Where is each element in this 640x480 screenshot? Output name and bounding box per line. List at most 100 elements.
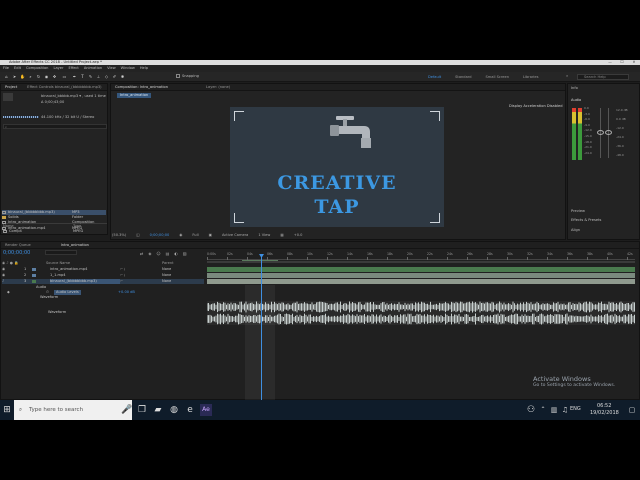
menu-edit[interactable]: Edit (14, 65, 21, 72)
table-row[interactable]: ◉ 1 intro_animation.mp4 ⌐ / None (2, 267, 204, 272)
file-explorer-icon[interactable]: ▰ (152, 404, 164, 416)
roto-brush-tool-icon[interactable]: ✐ (112, 74, 117, 79)
snapping-checkbox[interactable] (176, 74, 180, 78)
exposure-value[interactable]: +0.0 (294, 232, 303, 238)
menu-file[interactable]: File (3, 65, 9, 72)
shy-icon[interactable]: ☺ (156, 251, 160, 256)
column-parent[interactable]: Parent (162, 261, 174, 266)
workspace-default[interactable]: Default (428, 74, 441, 80)
menu-layer[interactable]: Layer (53, 65, 63, 72)
layer-name[interactable]: intro_animation.mp4 (50, 267, 120, 272)
camera-icon[interactable]: ◉ (179, 232, 182, 238)
frame-blend-icon[interactable]: ▤ (166, 251, 170, 256)
after-effects-icon[interactable]: Ae (200, 404, 212, 416)
selection-tool-icon[interactable]: ➤ (12, 74, 17, 79)
camera-tool-icon[interactable]: ◉ (44, 74, 49, 79)
tab-project[interactable]: Project (5, 84, 17, 90)
resolution-dropdown[interactable]: Full (192, 232, 198, 238)
notifications-icon[interactable]: ▢ (626, 404, 638, 416)
language-indicator[interactable]: ENG (570, 406, 581, 412)
project-search-input[interactable]: ⌕ (3, 124, 107, 129)
pan-behind-tool-icon[interactable]: ✥ (52, 74, 57, 79)
visibility-icon[interactable]: ◉ (2, 267, 5, 272)
edge-icon[interactable]: e (184, 404, 196, 416)
clock-date[interactable]: 19/02/2018 (590, 410, 619, 416)
preview-panel-tab[interactable]: Preview (571, 209, 585, 213)
menu-help[interactable]: Help (140, 65, 148, 72)
people-icon[interactable]: ⚇ (525, 404, 537, 416)
visibility-icon[interactable]: ◉ (2, 273, 5, 278)
pen-tool-icon[interactable]: ✒ (72, 74, 77, 79)
layer-bar-1-1[interactable] (207, 273, 635, 278)
brush-tool-icon[interactable]: ✎ (88, 74, 93, 79)
view-layout-dropdown[interactable]: 1 View (258, 232, 270, 238)
region-of-interest-icon[interactable]: ▣ (209, 232, 212, 238)
draft-3d-icon[interactable]: ◈ (148, 251, 151, 256)
time-ruler[interactable]: 0:00s 02s 04s 06s 08s 10s 12s 14s 16s 18s 20s 22s 24… (207, 252, 635, 260)
current-time-indicator[interactable] (261, 254, 262, 400)
table-row[interactable]: ◉ 2 1_1.mp4 ⌐ / None (2, 273, 204, 278)
home-icon[interactable]: ⌂ (4, 74, 9, 79)
zoom-tool-icon[interactable]: ⌕ (28, 74, 33, 79)
layer-switches-icon[interactable]: ⌐ (120, 279, 123, 284)
magnification-dropdown[interactable]: (50.3%) (112, 232, 126, 238)
layer-parent[interactable]: None (162, 267, 171, 272)
audio-slider-handle-left[interactable] (597, 130, 604, 135)
effects-presets-panel-tab[interactable]: Effects & Presets (571, 218, 601, 222)
task-view-icon[interactable]: ❐ (136, 404, 148, 416)
windows-start-icon[interactable]: ⊞ (1, 404, 13, 416)
rectangle-tool-icon[interactable]: ▭ (62, 74, 67, 79)
workspace-overflow-icon[interactable]: » (566, 74, 568, 79)
grid-icon[interactable]: ▦ (280, 232, 283, 238)
audio-toggle-icon[interactable]: ♪ (2, 279, 4, 284)
layer-name[interactable]: 1_1.mp4 (50, 273, 120, 278)
list-item[interactable]: Intro_animation Composition (2, 220, 106, 225)
table-row[interactable]: ♪ 3 binaural_(bbbbbbbb.mp3) ⌐ None (2, 279, 204, 284)
workspace-libraries[interactable]: Libraries (523, 74, 539, 80)
motion-blur-icon[interactable]: ◐ (174, 251, 178, 256)
composition-chip[interactable]: Intro_animation (117, 93, 152, 98)
composition-viewer[interactable]: CREATIVE TAP (230, 107, 444, 227)
workspace-small-screen[interactable]: Small Screen (486, 74, 509, 80)
clock-time[interactable]: 06:52 (597, 403, 611, 409)
type-tool-icon[interactable]: T (80, 74, 85, 79)
layer-bar-intro-animation[interactable] (207, 267, 635, 272)
chrome-icon[interactable]: ◍ (168, 404, 180, 416)
layer-label-color[interactable] (32, 280, 36, 283)
tab-effect-controls[interactable]: Effect Controls binaural_(bbbbbbbb.mp3) (27, 84, 101, 90)
workspace-standard[interactable]: Standard (455, 74, 471, 80)
tab-timeline-intro-animation[interactable]: Intro_animation (61, 242, 89, 248)
search-help-input[interactable]: Search Help (577, 74, 629, 80)
clone-stamp-tool-icon[interactable]: ⊥ (96, 74, 101, 79)
layer-parent[interactable]: None (162, 273, 171, 278)
audio-slider-handle-right[interactable] (605, 130, 612, 135)
layer-bar-binaural[interactable] (207, 279, 635, 284)
audio-panel-tab[interactable]: Audio (571, 98, 581, 102)
microphone-icon[interactable]: 🎤 (121, 404, 133, 416)
rotate-tool-icon[interactable]: ↻ (36, 74, 41, 79)
timeline-search-input[interactable] (45, 250, 77, 255)
active-camera-dropdown[interactable]: Active Camera (222, 232, 248, 238)
menu-effect[interactable]: Effect (68, 65, 78, 72)
snapshot-icon[interactable]: ◫ (136, 232, 139, 238)
layer-switches-icon[interactable]: ⌐ / (120, 267, 125, 272)
menu-animation[interactable]: Animation (84, 65, 102, 72)
comp-flowchart-icon[interactable]: ⇄ (140, 251, 143, 256)
info-panel-tab[interactable]: Info (571, 86, 578, 90)
puppet-tool-icon[interactable]: ✱ (120, 74, 125, 79)
graph-editor-icon[interactable]: ▨ (183, 251, 187, 256)
current-time-display[interactable]: 0;00;00;00 (150, 232, 170, 238)
column-source-name[interactable]: Source Name (46, 261, 70, 266)
eraser-tool-icon[interactable]: ◇ (104, 74, 109, 79)
taskbar-search-input[interactable]: ⌕ Type here to search (14, 400, 132, 420)
layer-parent[interactable]: None (162, 279, 171, 284)
layer-name[interactable]: binaural_(bbbbbbbb.mp3) (50, 279, 120, 284)
layer-label-color[interactable] (32, 268, 36, 271)
layer-switches-icon[interactable]: ⌐ / (120, 273, 125, 278)
hand-tool-icon[interactable]: ✋ (20, 74, 25, 79)
tab-layer[interactable]: Layer: (none) (206, 84, 230, 90)
waveform-row[interactable]: Waveform (2, 295, 204, 300)
layer-label-color[interactable] (32, 274, 36, 277)
menu-composition[interactable]: Composition (26, 65, 48, 72)
menu-view[interactable]: View (107, 65, 116, 72)
